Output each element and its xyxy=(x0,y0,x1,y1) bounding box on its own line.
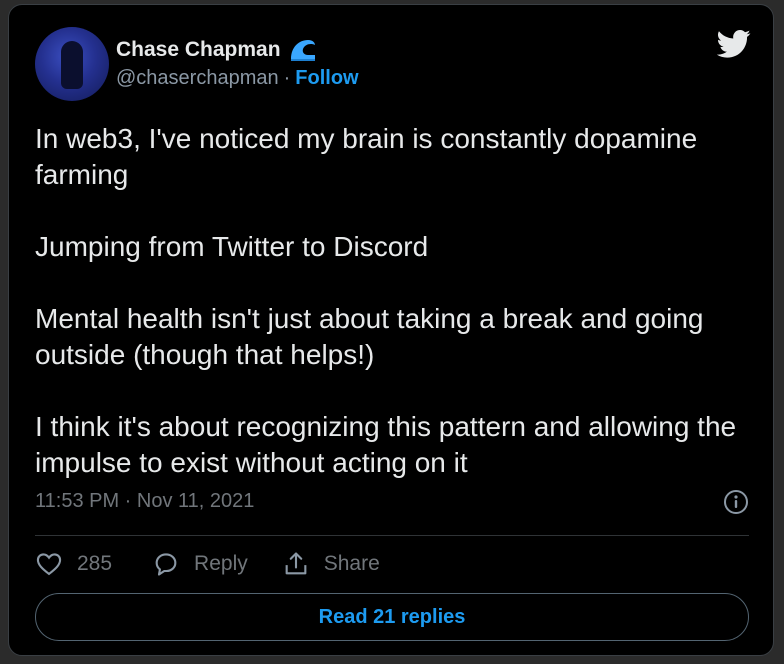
author-display-name[interactable]: Chase Chapman xyxy=(116,38,281,62)
like-count: 285 xyxy=(77,552,113,575)
tweet-paragraph: Mental health isn't just about taking a … xyxy=(35,303,704,370)
read-replies-button[interactable]: Read 21 replies xyxy=(35,593,749,641)
info-icon[interactable] xyxy=(723,489,749,515)
tweet-paragraph: In web3, I've noticed my brain is consta… xyxy=(35,123,698,190)
tweet-text: In web3, I've noticed my brain is consta… xyxy=(35,121,755,517)
reply-label: Reply xyxy=(194,552,248,575)
tweet-paragraph: Jumping from Twitter to Discord xyxy=(35,231,429,262)
wave-icon xyxy=(290,40,315,61)
share-icon xyxy=(285,552,307,575)
avatar-figure xyxy=(61,41,83,89)
reply-bubble-icon xyxy=(155,553,177,576)
separator: · xyxy=(283,67,291,89)
tweet-card: Chase Chapman @chaserchapman · Follow In… xyxy=(8,4,774,656)
share-label: Share xyxy=(323,552,380,575)
twitter-bird-icon[interactable] xyxy=(717,29,751,59)
avatar[interactable] xyxy=(35,27,109,101)
follow-link[interactable]: Follow xyxy=(295,67,358,90)
tweet-paragraph: I think it's about recognizing this patt… xyxy=(35,411,737,478)
heart-icon xyxy=(36,553,62,576)
share-button[interactable]: Share xyxy=(282,550,380,578)
tweet-timestamp[interactable]: 11:53 PM · Nov 11, 2021 xyxy=(35,490,254,513)
reply-button[interactable]: Reply xyxy=(152,550,248,578)
tweet-actions: 285 Reply Share xyxy=(35,550,380,578)
divider xyxy=(35,535,749,536)
like-button[interactable]: 285 xyxy=(35,550,112,578)
author-handle[interactable]: @chaserchapman xyxy=(116,67,279,90)
author-name-row: Chase Chapman xyxy=(116,37,317,63)
author-handle-row: @chaserchapman · Follow xyxy=(116,67,359,90)
